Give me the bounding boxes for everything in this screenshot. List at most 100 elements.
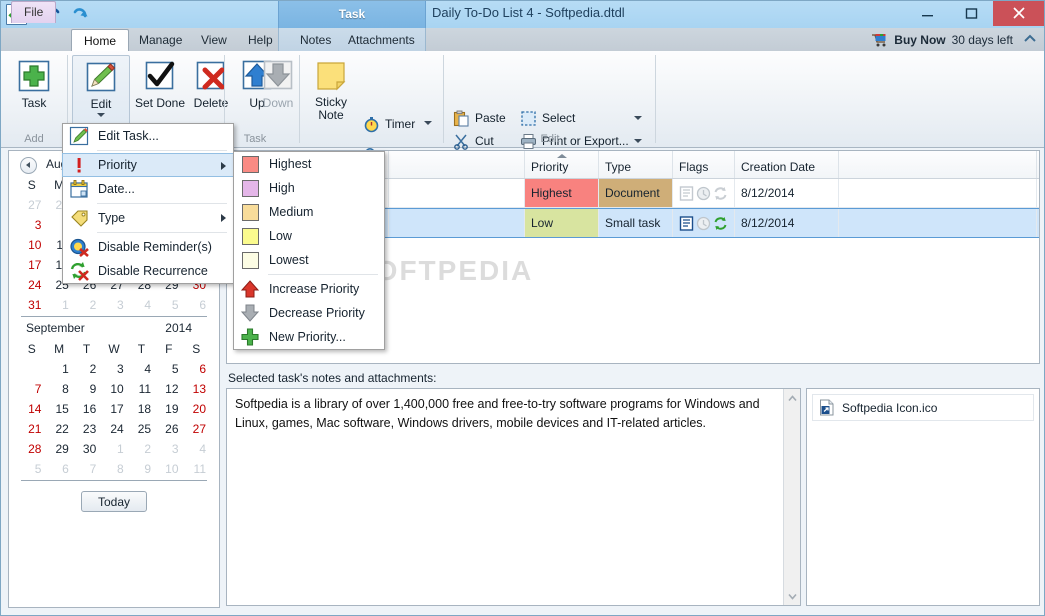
notes-scrollbar[interactable] bbox=[783, 389, 800, 605]
calendar-day[interactable]: 25 bbox=[128, 419, 155, 439]
calendar-day[interactable]: 16 bbox=[73, 399, 100, 419]
calendar-day[interactable]: 27 bbox=[183, 419, 210, 439]
calendar-day[interactable]: 6 bbox=[45, 459, 72, 479]
contextual-tab-task[interactable]: Task bbox=[278, 0, 426, 28]
calendar-day[interactable]: 24 bbox=[100, 419, 127, 439]
menu-item-disable-reminder-s[interactable]: Disable Reminder(s) bbox=[63, 235, 233, 259]
calendar-day[interactable]: 5 bbox=[155, 359, 182, 379]
calendar-day[interactable]: 17 bbox=[18, 255, 45, 275]
calendar-day[interactable]: 3 bbox=[18, 215, 45, 235]
calendar-day[interactable]: 2 bbox=[73, 295, 100, 315]
calendar-day[interactable] bbox=[18, 359, 45, 379]
tab-view[interactable]: View bbox=[189, 29, 239, 52]
timer-chevron-down-icon[interactable] bbox=[424, 121, 432, 125]
calendar-day[interactable]: 23 bbox=[73, 419, 100, 439]
close-icon[interactable] bbox=[993, 0, 1045, 26]
calendar-day[interactable]: 12 bbox=[155, 379, 182, 399]
priority-item-medium[interactable]: Medium bbox=[234, 200, 384, 224]
calendar-day[interactable]: 2 bbox=[73, 359, 100, 379]
menu-item-edit-task[interactable]: Edit Task... bbox=[63, 124, 233, 148]
calendar-day[interactable]: 28 bbox=[18, 439, 45, 459]
calendar-day[interactable]: 6 bbox=[183, 295, 210, 315]
calendar-day[interactable]: 5 bbox=[18, 459, 45, 479]
calendar-day[interactable]: 5 bbox=[155, 295, 182, 315]
select-chevron-down-icon[interactable] bbox=[634, 116, 642, 120]
calendar-day[interactable]: 4 bbox=[183, 439, 210, 459]
column-header[interactable] bbox=[839, 151, 1037, 178]
calendar-day[interactable]: 8 bbox=[45, 379, 72, 399]
notes-panel[interactable]: Softpedia is a library of over 1,400,000… bbox=[226, 388, 801, 606]
column-header-creation-date[interactable]: Creation Date bbox=[735, 151, 839, 178]
calendar-day[interactable]: 4 bbox=[128, 359, 155, 379]
column-header-flags[interactable]: Flags bbox=[673, 151, 735, 178]
calendar-day[interactable]: 9 bbox=[128, 459, 155, 479]
edit-dropdown-menu[interactable]: Edit Task... Priority Date... Type Disable R… bbox=[62, 123, 234, 284]
calendar-day[interactable]: 6 bbox=[183, 359, 210, 379]
select-button[interactable]: Select bbox=[517, 107, 578, 129]
menu-item-disable-recurrence[interactable]: Disable Recurrence bbox=[63, 259, 233, 283]
paste-button[interactable]: Paste bbox=[450, 107, 509, 129]
tab-home[interactable]: Home bbox=[71, 29, 130, 53]
timer-button[interactable]: Timer bbox=[360, 113, 418, 135]
calendar-grid[interactable]: SMTWTFS 1 2 3 4 5 6 7 8 9 10 11 12 13 14 15 16 17 18 19 20 2… bbox=[18, 339, 210, 479]
calendar-day[interactable]: 9 bbox=[73, 379, 100, 399]
calendar-day[interactable]: 7 bbox=[73, 459, 100, 479]
column-header-priority[interactable]: Priority bbox=[525, 151, 599, 178]
calendar-day[interactable]: 1 bbox=[45, 359, 72, 379]
calendar-day[interactable]: 20 bbox=[183, 399, 210, 419]
calendar-day[interactable]: 15 bbox=[45, 399, 72, 419]
priority-item-low[interactable]: Low bbox=[234, 224, 384, 248]
calendar-day[interactable]: 11 bbox=[183, 459, 210, 479]
attachment-item[interactable]: Softpedia Icon.ico bbox=[812, 394, 1034, 421]
calendar-day[interactable]: 27 bbox=[18, 195, 45, 215]
calendar-day[interactable]: 30 bbox=[73, 439, 100, 459]
calendar-day[interactable]: 11 bbox=[128, 379, 155, 399]
calendar-day[interactable]: 22 bbox=[45, 419, 72, 439]
calendar-day[interactable]: 2 bbox=[128, 439, 155, 459]
calendar-day[interactable]: 10 bbox=[100, 379, 127, 399]
calendar-day[interactable]: 26 bbox=[155, 419, 182, 439]
column-header[interactable] bbox=[389, 151, 525, 178]
attachments-panel[interactable]: Softpedia Icon.ico bbox=[806, 388, 1040, 606]
chevron-up-icon[interactable] bbox=[1023, 33, 1037, 48]
calendar-day[interactable]: 10 bbox=[155, 459, 182, 479]
calendar-day[interactable]: 18 bbox=[128, 399, 155, 419]
buy-now-link[interactable]: Buy Now bbox=[894, 33, 945, 47]
tab-file[interactable]: File bbox=[11, 1, 57, 23]
priority-item-lowest[interactable]: Lowest bbox=[234, 248, 384, 272]
priority-action-increase-priority[interactable]: Increase Priority bbox=[234, 277, 384, 301]
scroll-down-icon[interactable] bbox=[784, 588, 800, 604]
chevron-down-icon[interactable] bbox=[97, 113, 105, 117]
tab-manage[interactable]: Manage bbox=[127, 29, 194, 52]
calendar-day[interactable]: 3 bbox=[155, 439, 182, 459]
menu-item-priority[interactable]: Priority bbox=[62, 153, 234, 177]
calendar-day[interactable]: 1 bbox=[45, 295, 72, 315]
calendar-day[interactable]: 31 bbox=[18, 295, 45, 315]
maximize-icon[interactable] bbox=[949, 0, 993, 26]
tab-help[interactable]: Help bbox=[236, 29, 285, 52]
calendar-day[interactable]: 19 bbox=[155, 399, 182, 419]
calendar-day[interactable]: 17 bbox=[100, 399, 127, 419]
column-header-type[interactable]: Type bbox=[599, 151, 673, 178]
menu-item-type[interactable]: Type bbox=[63, 206, 233, 230]
priority-item-highest[interactable]: Highest bbox=[234, 152, 384, 176]
priority-action-decrease-priority[interactable]: Decrease Priority bbox=[234, 301, 384, 325]
notes-text[interactable]: Softpedia is a library of over 1,400,000… bbox=[227, 389, 783, 439]
minimize-icon[interactable] bbox=[905, 0, 949, 26]
menu-item-date[interactable]: Date... bbox=[63, 177, 233, 201]
calendar-day[interactable]: 24 bbox=[18, 275, 45, 295]
redo-icon[interactable] bbox=[69, 3, 91, 25]
calendar-day[interactable]: 4 bbox=[128, 295, 155, 315]
calendar-day[interactable]: 3 bbox=[100, 295, 127, 315]
calendar-day[interactable]: 7 bbox=[18, 379, 45, 399]
calendar-day[interactable]: 29 bbox=[45, 439, 72, 459]
tab-attachments[interactable]: Attachments bbox=[336, 29, 427, 52]
calendar-day[interactable]: 1 bbox=[100, 439, 127, 459]
priority-action-new-priority[interactable]: New Priority... bbox=[234, 325, 384, 349]
calendar-day[interactable]: 3 bbox=[100, 359, 127, 379]
calendar-day[interactable]: 13 bbox=[183, 379, 210, 399]
calendar-day[interactable]: 21 bbox=[18, 419, 45, 439]
calendar-day[interactable]: 14 bbox=[18, 399, 45, 419]
today-button[interactable]: Today bbox=[81, 491, 147, 512]
calendar-day[interactable]: 10 bbox=[18, 235, 45, 255]
